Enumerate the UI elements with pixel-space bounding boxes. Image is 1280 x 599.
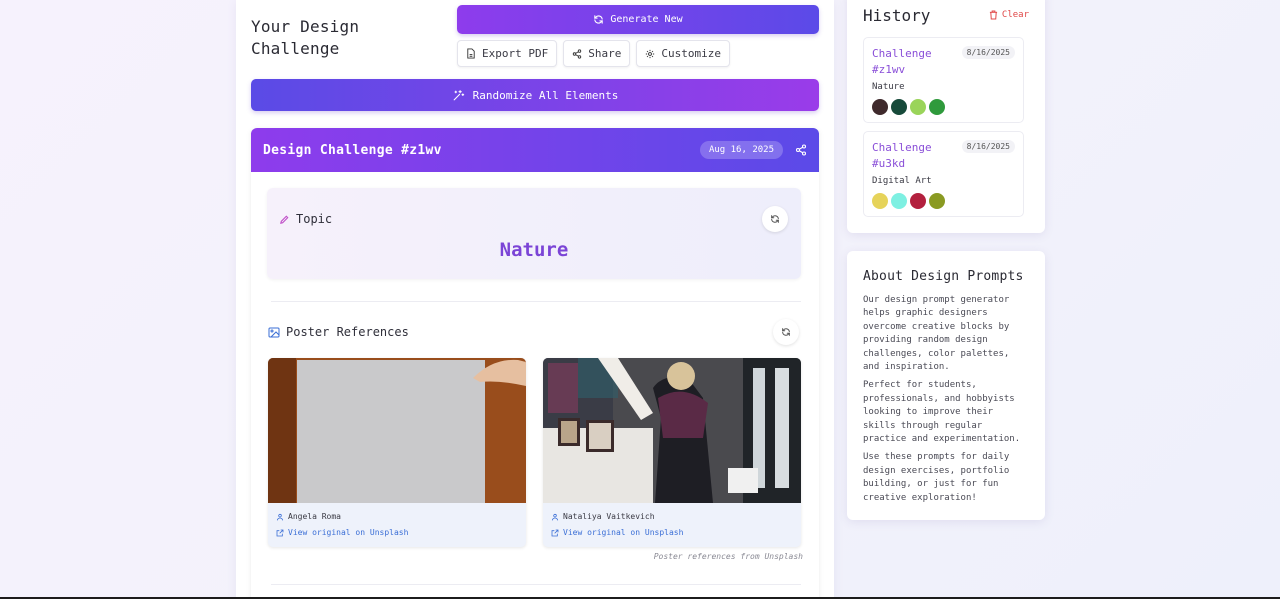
page-title: Your Design Challenge	[251, 16, 359, 60]
share-button[interactable]: Share	[563, 40, 631, 67]
color-swatch	[891, 99, 907, 115]
color-swatch	[910, 99, 926, 115]
color-swatch	[929, 99, 945, 115]
history-item[interactable]: Challenge #u3kd 8/16/2025 Digital Art	[863, 131, 1024, 217]
generate-new-label: Generate New	[610, 14, 683, 25]
clear-history-button[interactable]: Clear	[989, 10, 1029, 20]
poster-card[interactable]: Angela Roma View original on Unsplash	[268, 358, 526, 547]
refresh-icon	[594, 15, 604, 24]
history-item-date: 8/16/2025	[961, 46, 1015, 59]
topic-heading: Topic	[279, 212, 332, 226]
challenge-title: Design Challenge #z1wv	[263, 142, 442, 158]
refresh-topic-button[interactable]	[762, 206, 788, 232]
poster-references-heading: Poster References	[268, 325, 409, 339]
gear-icon	[646, 49, 655, 58]
share-icon[interactable]	[795, 144, 807, 156]
topic-section: Topic Nature	[267, 188, 801, 279]
generate-new-button[interactable]: Generate New	[457, 5, 819, 34]
randomize-all-label: Randomize All Elements	[472, 88, 619, 102]
external-link-icon	[551, 529, 559, 537]
about-paragraph: Perfect for students, professionals, and…	[863, 380, 1021, 445]
poster-references-label: Poster References	[286, 325, 409, 339]
color-swatch	[929, 193, 945, 209]
topic-value: Nature	[499, 239, 569, 261]
about-panel: About Design Prompts Our design prompt g…	[847, 251, 1045, 520]
image-icon	[268, 327, 280, 337]
share-icon	[573, 48, 582, 59]
share-label: Share	[588, 47, 622, 60]
poster-image[interactable]	[543, 358, 801, 503]
challenge-date-badge: Aug 16, 2025	[699, 141, 783, 159]
refresh-icon	[771, 215, 779, 223]
history-item-category: Digital Art	[872, 176, 932, 186]
topic-label: Topic	[296, 212, 333, 226]
pencil-icon	[280, 215, 289, 224]
poster-author-name: Angela Roma	[288, 512, 341, 521]
page-title-line1: Your Design	[251, 17, 360, 36]
poster-image[interactable]	[268, 358, 526, 503]
customize-button[interactable]: Customize	[636, 40, 730, 67]
color-palette	[872, 193, 945, 209]
trash-icon	[989, 10, 998, 20]
file-icon	[467, 48, 475, 59]
refresh-icon	[782, 328, 790, 336]
section-divider	[271, 301, 801, 302]
history-item-name: Challenge #u3kd	[872, 141, 932, 170]
history-item-category: Nature	[872, 82, 905, 92]
color-swatch	[872, 99, 888, 115]
refresh-posters-button[interactable]	[773, 319, 799, 345]
unsplash-link[interactable]: View original on Unsplash	[551, 525, 793, 541]
history-panel: History Clear Challenge #z1wv 8/16/2025 …	[847, 0, 1045, 233]
randomize-all-button[interactable]: Randomize All Elements	[251, 79, 819, 111]
color-swatch	[891, 193, 907, 209]
user-icon	[276, 513, 284, 521]
unsplash-link-label: View original on Unsplash	[563, 528, 684, 537]
color-swatch	[872, 193, 888, 209]
poster-author: Angela Roma	[276, 509, 518, 525]
customize-label: Customize	[661, 47, 721, 60]
clear-history-label: Clear	[1001, 10, 1029, 20]
color-swatch	[910, 193, 926, 209]
poster-source-note: Poster references from Unsplash	[653, 552, 803, 561]
poster-author-name: Nataliya Vaitkevich	[563, 512, 655, 521]
unsplash-link[interactable]: View original on Unsplash	[276, 525, 518, 541]
unsplash-link-label: View original on Unsplash	[288, 528, 409, 537]
about-paragraph: Our design prompt generator helps graphi…	[863, 295, 1010, 373]
external-link-icon	[276, 529, 284, 537]
about-paragraph: Use these prompts for daily design exerc…	[863, 452, 1010, 503]
user-icon	[551, 513, 559, 521]
export-pdf-button[interactable]: Export PDF	[457, 40, 558, 67]
export-pdf-label: Export PDF	[482, 47, 549, 60]
history-item-date: 8/16/2025	[961, 140, 1015, 153]
page-title-line2: Challenge	[251, 39, 340, 58]
about-title: About Design Prompts	[863, 269, 1024, 284]
history-item-name: Challenge #z1wv	[872, 47, 932, 76]
sparkles-icon	[453, 89, 464, 100]
challenge-card: Design Challenge #z1wv Aug 16, 2025 Topi…	[251, 128, 819, 599]
history-item[interactable]: Challenge #z1wv 8/16/2025 Nature	[863, 37, 1024, 123]
challenge-header: Design Challenge #z1wv Aug 16, 2025	[251, 128, 819, 172]
poster-author: Nataliya Vaitkevich	[551, 509, 793, 525]
challenge-panel: Your Design Challenge Generate New Expor…	[236, 0, 834, 599]
color-palette	[872, 99, 945, 115]
history-title: History	[863, 6, 931, 25]
section-divider	[271, 584, 801, 585]
poster-card[interactable]: Nataliya Vaitkevich View original on Uns…	[543, 358, 801, 547]
